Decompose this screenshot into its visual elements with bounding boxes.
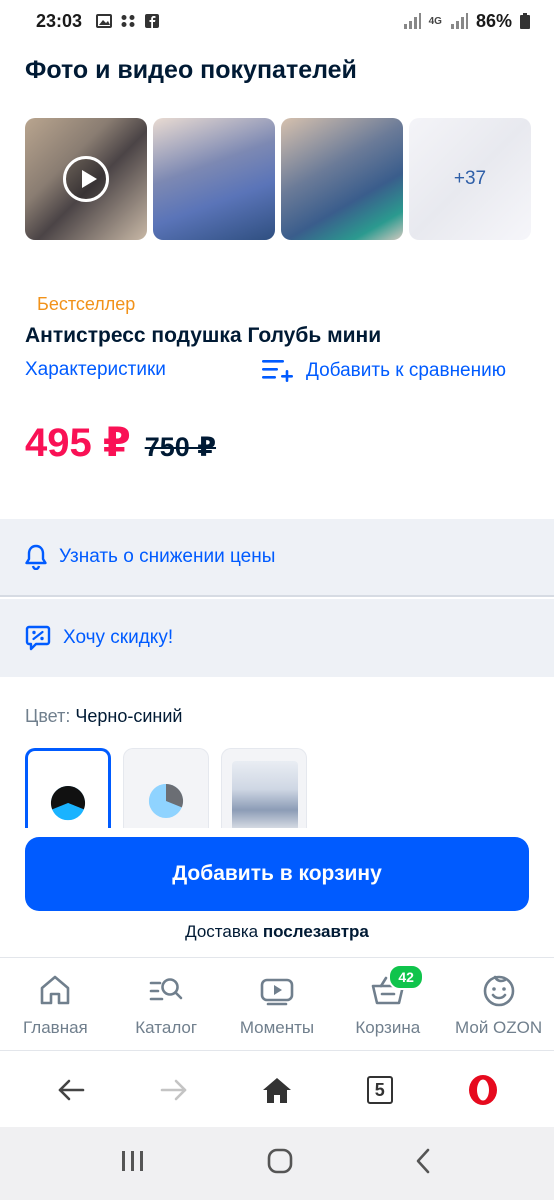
nav-moments-label: Моменты [239,1018,315,1037]
current-price: 495 ₽ [25,421,131,465]
signal-icon-2 [450,13,468,29]
color-option-black-blue[interactable] [25,748,111,828]
specs-link[interactable]: Характеристики [25,359,166,381]
color-key: Цвет: [25,706,71,726]
nav-cart-label: Корзина [355,1018,421,1037]
battery-icon [520,13,530,29]
delivery-date: послезавтра [262,922,369,941]
nav-home-label: Главная [23,1018,88,1037]
color-swatches [25,748,307,828]
clock: 23:03 [36,10,83,31]
old-price: 750 ₽ [144,432,217,462]
status-right: 4G 86% [403,11,530,32]
system-back-icon[interactable] [414,1147,434,1180]
more-media-count: +37 [453,168,487,189]
nav-home[interactable]: Главная [0,958,111,1050]
system-home-icon[interactable] [266,1147,294,1180]
bestseller-badge: Бестселлер [37,294,136,314]
moments-play-icon [260,978,294,1006]
price-drop-alert-button[interactable]: Узнать о снижении цены [0,519,554,597]
system-navigation [0,1127,554,1200]
variant-photo [232,761,298,828]
gallery-photo-thumb[interactable] [281,118,403,240]
nav-catalog-label: Каталог [135,1018,198,1037]
color-label: Цвет: Черно-синий [25,706,182,727]
browser-toolbar: 5 [0,1053,554,1127]
want-discount-label: Хочу скидку! [63,627,174,648]
nav-catalog[interactable]: Каталог [111,958,222,1050]
color-option-grey-blue[interactable] [123,748,209,828]
add-to-cart-button[interactable]: Добавить в корзину [25,837,529,911]
grey-blue-color-icon [148,783,184,818]
gallery-title: Фото и видео покупателей [25,56,357,84]
price-drop-alert-label: Узнать о снижении цены [59,546,276,567]
battery-percent: 86% [475,10,512,31]
add-to-compare-link[interactable]: Добавить к сравнению [262,358,506,384]
customer-media-gallery: +37 [25,118,531,240]
profile-smile-icon [483,975,514,1007]
gallery-more-thumb[interactable]: +37 [409,118,531,240]
browser-home-icon[interactable] [257,1070,297,1110]
facebook-notification-icon [145,14,160,28]
discount-chat-icon [25,625,51,651]
cart-count-badge: 42 [388,964,424,990]
nav-profile-label: Мой OZON [455,1018,543,1037]
black-blue-color-icon [50,785,86,821]
color-option-photo[interactable] [221,748,307,828]
signal-icon [403,13,421,29]
want-discount-button[interactable]: Хочу скидку! [0,599,554,677]
back-arrow-icon[interactable] [51,1070,91,1110]
tabs-icon[interactable]: 5 [360,1070,400,1110]
compare-label: Добавить к сравнению [306,360,506,381]
apps-notification-icon [121,15,135,27]
status-bar: 23:03 4G 86% [0,0,554,42]
play-icon[interactable] [63,156,109,202]
bottom-navigation: Главная Каталог Моменты 42 Корзина Мой O… [0,957,554,1051]
delivery-info: Доставка послезавтра [0,922,554,942]
bell-icon [25,544,47,570]
nav-cart[interactable]: 42 Корзина [332,958,443,1050]
gallery-photo-thumb[interactable] [153,118,275,240]
delivery-prefix: Доставка [185,922,259,941]
catalog-search-icon [149,978,183,1001]
recent-apps-icon[interactable] [120,1149,146,1178]
gallery-notification-icon [96,14,113,28]
home-icon [41,975,70,1005]
compare-list-icon [262,360,293,382]
product-title: Антистресс подушка Голубь мини [25,324,382,347]
opera-menu-icon[interactable] [463,1070,503,1110]
gallery-video-thumb[interactable] [25,118,147,240]
color-value: Черно-синий [75,706,183,726]
price-row: 495 ₽ 750 ₽ [25,420,216,466]
forward-arrow-icon[interactable] [154,1070,194,1110]
nav-profile[interactable]: Мой OZON [443,958,554,1050]
network-type: 4G [428,15,442,27]
tab-count: 5 [366,1076,393,1104]
nav-moments[interactable]: Моменты [222,958,333,1050]
